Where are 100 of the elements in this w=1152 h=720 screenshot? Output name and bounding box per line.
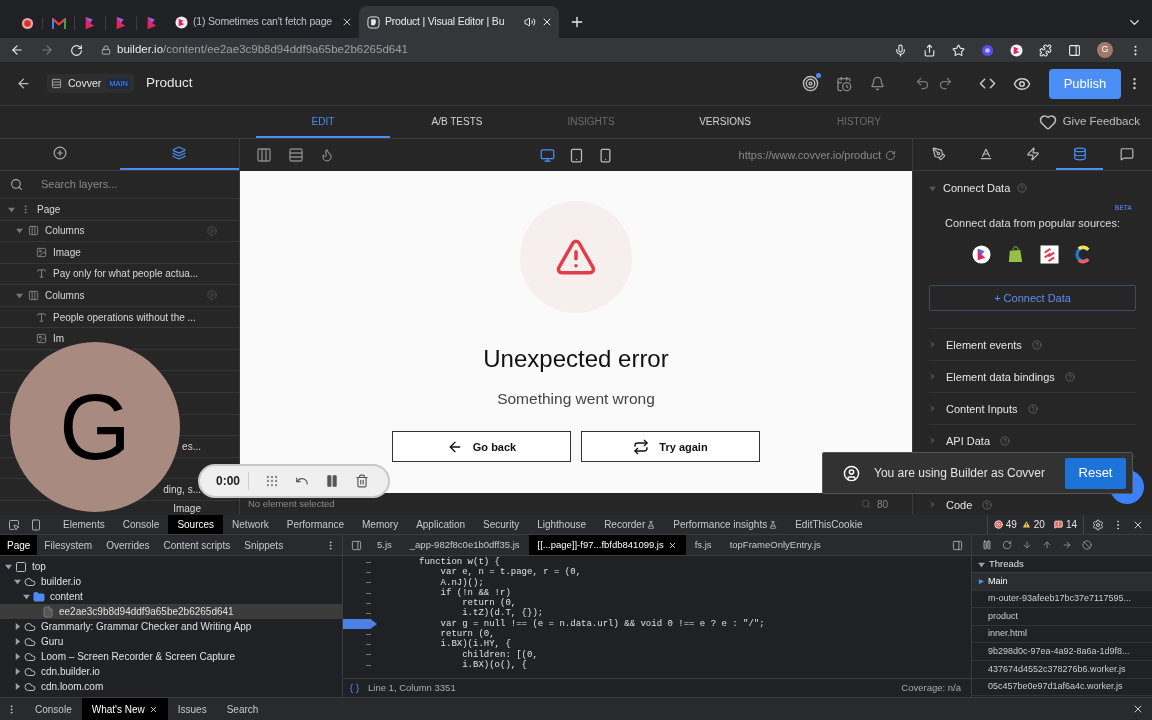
settings-icon[interactable] bbox=[1092, 518, 1104, 531]
devtools-tab[interactable]: Performance insights bbox=[664, 515, 787, 534]
thread-item[interactable]: product bbox=[972, 608, 1152, 626]
file-tree-item[interactable]: top bbox=[0, 559, 342, 574]
step-out-icon[interactable] bbox=[1042, 540, 1052, 550]
step-over-icon[interactable] bbox=[1002, 540, 1012, 550]
schedule-icon[interactable] bbox=[836, 75, 852, 92]
devtools-tab[interactable]: Memory bbox=[353, 515, 408, 534]
file-tree-item[interactable]: Loom – Screen Recorder & Screen Capture bbox=[0, 649, 342, 664]
close-icon[interactable] bbox=[148, 704, 158, 714]
file-tab[interactable]: 5.js bbox=[368, 535, 401, 555]
thread-item[interactable]: 05c457be0e97d1af6a4c.worker.js bbox=[972, 678, 1152, 697]
refresh-icon[interactable] bbox=[885, 149, 896, 161]
devtools-tab[interactable]: Elements bbox=[54, 515, 114, 534]
layer-row[interactable]: Image bbox=[0, 242, 239, 264]
microphone-icon[interactable] bbox=[894, 43, 907, 57]
layer-row[interactable]: Page bbox=[0, 198, 239, 221]
desktop-icon[interactable] bbox=[539, 147, 555, 163]
pause-icon[interactable] bbox=[982, 540, 992, 550]
tablet-icon[interactable] bbox=[568, 147, 584, 163]
layer-row[interactable]: Columns bbox=[0, 285, 239, 307]
caret-icon[interactable] bbox=[978, 560, 985, 568]
drawer-tab[interactable]: What's New bbox=[81, 698, 168, 720]
close-icon[interactable] bbox=[1132, 703, 1144, 715]
new-tab-icon[interactable] bbox=[569, 14, 585, 30]
builder-favicon[interactable] bbox=[114, 16, 128, 30]
back-icon[interactable] bbox=[16, 76, 31, 91]
file-tree-item[interactable]: Grammarly: Grammar Checker and Writing App bbox=[0, 619, 342, 634]
bell-icon[interactable] bbox=[870, 76, 885, 91]
target-icon[interactable] bbox=[802, 75, 819, 92]
search-field[interactable]: Search layers... bbox=[41, 176, 211, 193]
close-icon[interactable] bbox=[341, 16, 353, 28]
caret-icon[interactable] bbox=[15, 227, 23, 235]
breakpoint-marker[interactable] bbox=[343, 618, 377, 630]
side-panel-icon[interactable] bbox=[1068, 43, 1081, 57]
pretty-print-icon[interactable] bbox=[349, 682, 360, 694]
layer-row[interactable]: Columns bbox=[0, 220, 239, 243]
builder-favicon[interactable] bbox=[83, 16, 97, 30]
navigator-tab[interactable]: Page bbox=[0, 535, 38, 555]
thread-item[interactable]: m-outer-93afeeb17bc37e7117595... bbox=[972, 590, 1152, 609]
action-button[interactable]: Try again bbox=[581, 431, 760, 463]
close-icon[interactable] bbox=[541, 16, 553, 28]
extension-icon[interactable] bbox=[1010, 43, 1023, 57]
step-into-icon[interactable] bbox=[1022, 540, 1032, 550]
action-button[interactable]: Go back bbox=[392, 431, 571, 463]
stitch-logo[interactable] bbox=[1040, 245, 1059, 265]
flame-icon[interactable] bbox=[320, 148, 334, 162]
caret-icon[interactable] bbox=[14, 638, 21, 645]
builder-favicon[interactable] bbox=[145, 16, 159, 30]
reload-icon[interactable] bbox=[70, 43, 83, 57]
editor-tab[interactable]: VERSIONS bbox=[658, 106, 792, 138]
columns-icon[interactable] bbox=[256, 147, 272, 163]
caret-icon[interactable] bbox=[7, 205, 15, 213]
file-tab[interactable]: [[...page]]-f97...fbfdb841099.js bbox=[528, 535, 686, 555]
thread-item[interactable]: inner.html bbox=[972, 625, 1152, 644]
delete-icon[interactable] bbox=[355, 474, 370, 488]
file-tree-item[interactable]: Guru bbox=[0, 634, 342, 649]
navigator-tab[interactable]: Filesystem bbox=[37, 535, 100, 555]
devtools-tab[interactable]: Sources bbox=[168, 515, 224, 534]
devtools-tab[interactable]: Recorder bbox=[595, 515, 665, 534]
caret-icon[interactable] bbox=[14, 683, 21, 690]
device-toolbar-icon[interactable] bbox=[30, 518, 42, 531]
drawer-tab[interactable]: Issues bbox=[167, 698, 217, 720]
layer-row[interactable]: People operations without the ... bbox=[0, 306, 239, 329]
caret-icon[interactable] bbox=[23, 593, 30, 600]
extensions-icon[interactable] bbox=[1039, 43, 1052, 57]
inspect-icon[interactable] bbox=[8, 518, 20, 531]
profile-avatar[interactable]: G bbox=[1097, 42, 1113, 58]
deactivate-breakpoints-icon[interactable] bbox=[1082, 540, 1092, 550]
devtools-tab[interactable]: Application bbox=[407, 515, 475, 534]
editor-tab[interactable]: A/B TESTS bbox=[390, 106, 524, 138]
file-tree-item[interactable]: content bbox=[0, 589, 342, 604]
toggle-navigator-icon[interactable] bbox=[351, 539, 362, 551]
address-field[interactable]: builder.io/content/ee2ae3c9b8d94ddf9a65be2b6265d641 bbox=[95, 39, 878, 61]
preview-url[interactable]: https://www.covver.io/product bbox=[738, 146, 881, 164]
navigator-tab[interactable]: Overrides bbox=[99, 535, 157, 555]
file-tab[interactable]: topFrameOnlyEntry.js bbox=[720, 535, 830, 555]
devtools-tab[interactable]: EditThisCookie bbox=[786, 515, 872, 534]
file-tree-item[interactable]: cdn.loom.com bbox=[0, 679, 342, 694]
record-favicon[interactable] bbox=[20, 16, 34, 30]
layer-row[interactable]: Pay only for what people actua... bbox=[0, 263, 239, 286]
drawer-tab[interactable]: Console bbox=[25, 698, 82, 720]
file-tree-item[interactable]: builder.io bbox=[0, 574, 342, 589]
redo-icon[interactable] bbox=[938, 76, 953, 91]
zoom-level[interactable]: 80 bbox=[876, 496, 888, 512]
devtools-tab[interactable]: Network bbox=[223, 515, 278, 534]
feedback-link[interactable]: Give Feedback bbox=[1038, 106, 1152, 138]
extension-icon[interactable] bbox=[981, 43, 994, 57]
navigator-tab[interactable]: Content scripts bbox=[156, 535, 238, 555]
browser-tab[interactable]: (1) Sometimes can't fetch page bbox=[167, 6, 359, 38]
pause-icon[interactable] bbox=[325, 474, 340, 488]
thread-item[interactable]: 437674d4552c378276b6.worker.js bbox=[972, 660, 1152, 679]
browser-tab[interactable]: Product | Visual Editor | Bu bbox=[359, 6, 559, 38]
file-tab[interactable]: _app-982f8c0e1b0dff35.js bbox=[400, 535, 529, 555]
caret-icon[interactable] bbox=[5, 563, 12, 570]
back-icon[interactable] bbox=[10, 43, 24, 57]
close-icon[interactable] bbox=[667, 540, 677, 550]
issue-counters[interactable]: 49 20 14 bbox=[986, 515, 1084, 534]
mobile-icon[interactable] bbox=[597, 147, 613, 163]
toggle-debugger-icon[interactable] bbox=[952, 539, 963, 551]
